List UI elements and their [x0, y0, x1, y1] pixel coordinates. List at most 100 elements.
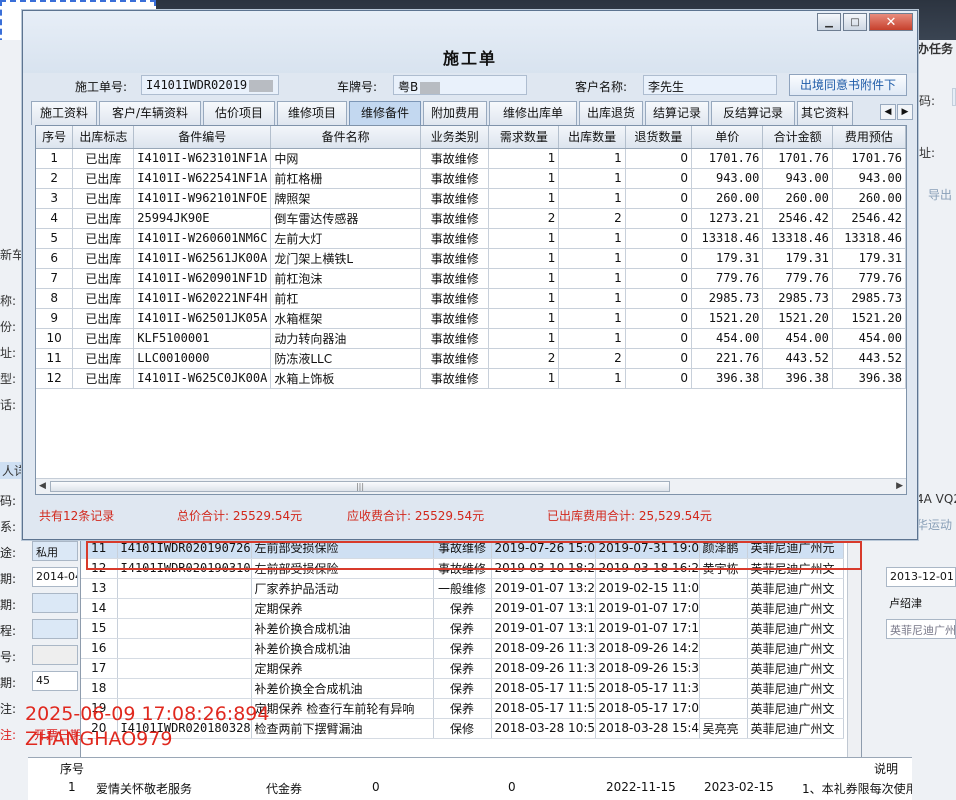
parts-row[interactable]: 7 已出库 I4101I-W620901NF1D 前杠泡沫 事故维修 1 1 0 779.76 7… [36, 268, 906, 289]
purchase-date-field[interactable]: 2014-04 [32, 567, 78, 587]
column-header[interactable]: 合计金额 [762, 126, 833, 149]
history-cell [117, 598, 252, 619]
parts-cell: 中网 [270, 148, 421, 169]
history-row[interactable]: 18 补差价换全合成机油 保养 2018-05-17 11:57 2018-05-17 … [81, 678, 844, 699]
history-vertical-scrollbar[interactable] [847, 538, 861, 776]
scroll-thumb[interactable]: ||| [50, 481, 670, 492]
tab-3[interactable]: 维修项目 [277, 101, 347, 125]
side-tab-newcar[interactable]: 新车 [0, 246, 24, 263]
scroll-right-arrow-icon[interactable]: ▶ [896, 481, 903, 491]
order-no-field[interactable]: I4101IWDR02019 [141, 75, 279, 95]
history-cell: 2018-05-17 11:35 [595, 678, 700, 699]
column-header[interactable]: 出库数量 [558, 126, 626, 149]
parts-cell: 396.38 [762, 368, 833, 389]
tab-7[interactable]: 出库退货 [579, 101, 643, 125]
parts-cell: 1 [558, 188, 626, 209]
history-cell: 英菲尼迪广州文 [747, 598, 844, 619]
maximize-button[interactable]: □ [843, 13, 867, 31]
plate-field[interactable]: 粤B [393, 75, 527, 95]
highlight-annotation [86, 541, 862, 570]
parts-cell: 779.76 [832, 268, 906, 289]
close-button[interactable]: ✕ [869, 13, 913, 31]
mileage-range-field[interactable] [32, 619, 78, 639]
column-header[interactable]: 业务类别 [420, 126, 490, 149]
parts-cell: 1 [488, 168, 560, 189]
parts-row[interactable]: 6 已出库 I4101I-W62561JK00A 龙门架上横铁L 事故维修 1 1 0 179.… [36, 248, 906, 269]
plate-label: 车牌号: [337, 80, 378, 94]
left-label-name: 称: [0, 294, 17, 308]
parts-cell: 12 [36, 368, 74, 389]
scroll-left-arrow-icon[interactable]: ◀ [39, 481, 46, 491]
parts-cell: 454.00 [762, 328, 833, 349]
tab-4[interactable]: 维修备件 [349, 101, 421, 125]
mileage-field[interactable]: 45 [32, 671, 78, 691]
parts-cell: 1 [558, 148, 626, 169]
tab-1[interactable]: 客户/车辆资料 [99, 101, 201, 125]
parts-row[interactable]: 4 已出库 25994JK90E 倒车雷达传感器 事故维修 2 2 0 1273.21 2546.… [36, 208, 906, 229]
parts-cell: 10 [36, 328, 74, 349]
column-header[interactable]: 需求数量 [488, 126, 560, 149]
parts-row[interactable]: 1 已出库 I4101I-W623101NF1A 中网 事故维修 1 1 0 1701.76 17… [36, 148, 906, 169]
column-header[interactable]: 备件名称 [270, 126, 421, 149]
parts-row[interactable]: 2 已出库 I4101I-W622541NF1A 前杠格栅 事故维修 1 1 0 943.00 9… [36, 168, 906, 189]
history-cell: 17 [81, 658, 118, 679]
parts-cell: 倒车雷达传感器 [270, 208, 421, 229]
tab-5[interactable]: 附加费用 [423, 101, 487, 125]
parts-cell: 已出库 [72, 248, 135, 269]
column-header[interactable]: 费用预估 [832, 126, 906, 149]
number-field[interactable] [32, 645, 78, 665]
form-label-date2: 期: [0, 598, 17, 612]
parts-cell: 0 [625, 248, 693, 269]
parts-row[interactable]: 9 已出库 I4101I-W62501JK05A 水箱框架 事故维修 1 1 0 1521.20… [36, 308, 906, 329]
parts-cell: I4101I-W62561JK00A [133, 248, 272, 269]
redacted-mask [420, 81, 441, 94]
parts-cell: 已出库 [72, 168, 135, 189]
history-row[interactable]: 17 定期保养 保养 2018-09-26 11:33 2018-09-26 15:32… [81, 658, 844, 679]
right-date-field[interactable]: 2013-12-01 [886, 567, 956, 587]
timestamp-watermark: 2025-06-09 17:08:26:894 ZHANGHAO979 [25, 702, 269, 752]
column-header[interactable]: 单价 [691, 126, 764, 149]
column-header[interactable]: 序号 [36, 126, 74, 149]
tab-10[interactable]: 其它资料 [797, 101, 853, 125]
column-header[interactable]: 退货数量 [625, 126, 693, 149]
parts-cell: 事故维修 [420, 228, 490, 249]
column-header[interactable]: 备件编号 [133, 126, 272, 149]
history-cell [699, 658, 748, 679]
history-row[interactable]: 14 定期保养 保养 2019-01-07 13:13 2019-01-07 17:04… [81, 598, 844, 619]
history-row[interactable]: 15 补差价换合成机油 保养 2019-01-07 13:12 2019-01-07 1… [81, 618, 844, 639]
parts-row[interactable]: 10 已出库 KLF5100001 动力转向器油 事故维修 1 1 0 454.00 454.00… [36, 328, 906, 349]
history-cell: 定期保养 检查行车前轮有异响 [251, 698, 434, 719]
form-label-series: 系: [0, 520, 17, 534]
right-code-field[interactable] [952, 88, 956, 106]
right-sport-value: 华运动 [916, 518, 953, 532]
tab-0[interactable]: 施工资料 [31, 101, 97, 125]
attachment-download-button[interactable]: 出境同意书附件下 [789, 74, 907, 96]
parts-row[interactable]: 5 已出库 I4101I-W260601NM6C 左前大灯 事故维修 1 1 0 13318.4… [36, 228, 906, 249]
history-row[interactable]: 13 厂家养护品活动 一般维修 2019-01-07 13:27 2019-02-15 … [81, 578, 844, 599]
tab-2[interactable]: 估价项目 [203, 101, 275, 125]
minimize-button[interactable]: ▁ [817, 13, 841, 31]
grid-horizontal-scrollbar[interactable]: ◀ ||| ▶ [36, 478, 906, 494]
parts-row[interactable]: 12 已出库 I4101I-W625C0JK00A 水箱上饰板 事故维修 1 1 0 396.3… [36, 368, 906, 389]
parts-row[interactable]: 3 已出库 I4101I-W962101NFOE 牌照架 事故维修 1 1 0 260.00 26… [36, 188, 906, 209]
export-button[interactable]: 导出 [928, 186, 952, 203]
column-header[interactable]: 出库标志 [72, 126, 135, 149]
date2-field[interactable] [32, 593, 78, 613]
parts-row[interactable]: 11 已出库 LLC0010000 防冻液LLC 事故维修 2 2 0 221.76 443.52… [36, 348, 906, 369]
history-cell: 2018-09-26 15:32 [595, 658, 700, 679]
customer-field[interactable]: 李先生 [643, 75, 777, 95]
parts-cell: 13318.46 [832, 228, 906, 249]
parts-row[interactable]: 8 已出库 I4101I-W620221NF4H 前杠 事故维修 1 1 0 2985.73 29… [36, 288, 906, 309]
history-cell: 2018-03-28 15:46 [595, 718, 700, 739]
usage-field[interactable]: 私用 [32, 541, 78, 561]
tab-scroll-left-icon[interactable]: ◀ [880, 104, 896, 120]
tab-8[interactable]: 结算记录 [645, 101, 709, 125]
work-order-dialog: ▁ □ ✕ 施工单 施工单号: I4101IWDR02019 车牌号: 粤B 客… [22, 10, 918, 540]
tab-9[interactable]: 反结算记录 [711, 101, 795, 125]
tab-scroll-right-icon[interactable]: ▶ [897, 104, 913, 120]
history-cell: 保养 [433, 698, 492, 719]
tab-6[interactable]: 维修出库单 [489, 101, 577, 125]
parts-cell: 1 [488, 188, 560, 209]
order-no-value: I4101IWDR02019 [146, 78, 248, 92]
history-row[interactable]: 16 补差价换合成机油 保养 2018-09-26 11:35 2018-09-26 1… [81, 638, 844, 659]
